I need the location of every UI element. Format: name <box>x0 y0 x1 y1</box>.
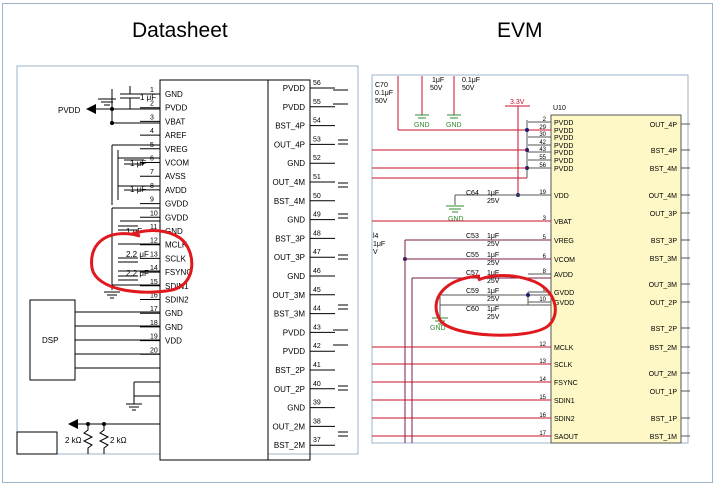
pin-number: 56 <box>539 163 546 169</box>
cap-rating: 25V <box>487 260 500 267</box>
pin-name: BST_2M <box>650 345 677 352</box>
pin-name: SDIN1 <box>554 398 575 405</box>
cap-ref: C64 <box>466 190 479 197</box>
top-cap-rating: 50V <box>462 85 475 92</box>
cap-value: 1μF <box>487 190 499 197</box>
pin-name: OUT_4P <box>650 122 678 129</box>
pin-name: OUT_1P <box>650 389 678 396</box>
pin-name: PVDD <box>554 166 573 173</box>
pin-name: GVDD <box>554 300 574 307</box>
gnd-label: GND <box>446 122 462 129</box>
top-cap-label: 1μF <box>432 77 444 84</box>
c70-ref: C70 <box>375 82 388 89</box>
ic-ref: U10 <box>553 105 566 112</box>
cap-value: 1μF <box>487 306 499 313</box>
pin-name: BST_3P <box>651 238 677 245</box>
pin-name: OUT_3P <box>650 211 678 218</box>
cap-ref: C53 <box>466 233 479 240</box>
cap-rating: 25V <box>487 278 500 285</box>
pin-name: VREG <box>554 238 574 245</box>
pin-name: PVDD <box>554 143 573 150</box>
pin-number: 42 <box>539 140 546 146</box>
cap-value: 1μF <box>487 233 499 240</box>
pin-name: OUT_2M <box>649 371 678 378</box>
partial-label: 1μF <box>373 241 385 248</box>
pin-name: FSYNC <box>554 380 578 387</box>
top-cap-rating: 50V <box>430 85 443 92</box>
cap-ref: C60 <box>466 306 479 313</box>
cap-rating: 25V <box>487 296 500 303</box>
pin-name: VDD <box>554 193 569 200</box>
pin-name: PVDD <box>554 135 573 142</box>
pin-name: PVDD <box>554 128 573 135</box>
c70-value: 0.1μF <box>375 90 393 97</box>
cap-rating: 25V <box>487 241 500 248</box>
pin-name: BST_4M <box>650 166 677 173</box>
pin-number: 10 <box>539 297 546 303</box>
evm-schematic: U10 2 PVDD29 PVDD30 PVDD42 PVDD43 PVDD55 PVDD5… <box>371 74 690 444</box>
pin-name: MCLK <box>554 345 574 352</box>
rail-label: 3.3V <box>510 99 525 106</box>
pin-name: BST_4P <box>651 148 677 155</box>
pin-name: PVDD <box>554 158 573 165</box>
top-cap-label: 0.1μF <box>462 77 480 84</box>
partial-label: V <box>373 249 378 256</box>
pin-name: SAOUT <box>554 434 579 441</box>
cap-ref: C59 <box>466 288 479 295</box>
cap-ref: C55 <box>466 252 479 259</box>
gnd-label: GND <box>448 216 464 223</box>
pin-name: SDIN2 <box>554 416 575 423</box>
pin-name: VBAT <box>554 219 572 226</box>
pin-name: GVDD <box>554 290 574 297</box>
partial-label: l4 <box>373 233 379 240</box>
cap-rating: 25V <box>487 198 500 205</box>
pin-name: AVDD <box>554 272 573 279</box>
pin-name: SCLK <box>554 362 573 369</box>
pin-name: PVDD <box>554 150 573 157</box>
slide: Datasheet EVM 1GND2PVDD3VBAT4AREF5VREG6V… <box>0 0 717 487</box>
pin-number: 30 <box>539 132 546 138</box>
pin-name: OUT_4M <box>649 193 678 200</box>
pin-name: VCOM <box>554 257 575 264</box>
pin-name: OUT_3M <box>649 282 678 289</box>
gnd-label: GND <box>430 325 446 332</box>
gnd-label: GND <box>414 122 430 129</box>
pin-name: BST_2P <box>651 326 677 333</box>
c70-rating: 50V <box>375 98 388 105</box>
pin-number: 43 <box>539 147 546 153</box>
pin-name: BST_3M <box>650 256 677 263</box>
pin-number: 55 <box>539 155 546 161</box>
cap-value: 1μF <box>487 252 499 259</box>
pin-name: BST_1M <box>650 434 677 441</box>
pin-name: BST_1P <box>651 416 677 423</box>
cap-rating: 25V <box>487 314 500 321</box>
cap-value: 1μF <box>487 288 499 295</box>
pin-name: PVDD <box>554 120 573 127</box>
pin-name: OUT_2P <box>650 300 678 307</box>
